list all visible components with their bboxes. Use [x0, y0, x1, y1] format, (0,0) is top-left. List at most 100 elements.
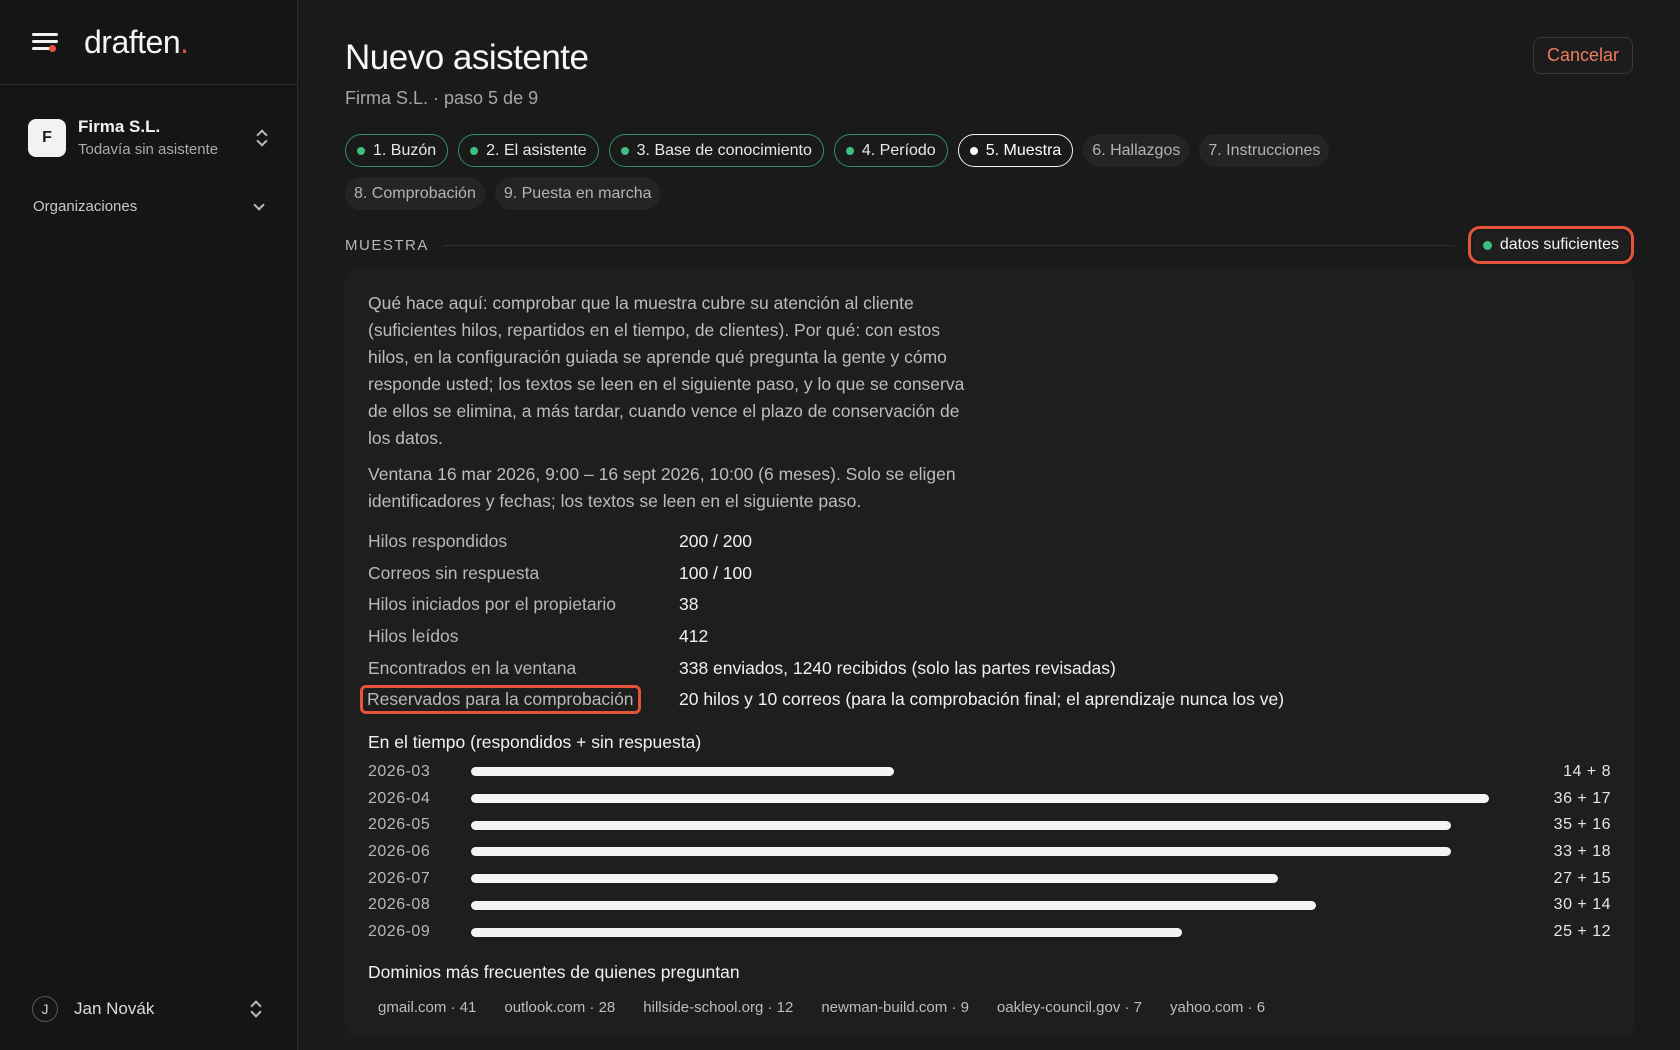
timeline-count: 30 + 14: [1553, 896, 1611, 914]
status-dot-icon: [1482, 240, 1492, 250]
page-subtitle: Firma S.L. · paso 5 de 9: [345, 88, 539, 108]
stat-value: 38: [679, 594, 699, 615]
stat-label-text: Correos sin respuesta: [368, 562, 540, 583]
stat-row: Reservados para la comprobación 20 hilos …: [360, 684, 1611, 716]
step-done-dot-icon: [470, 146, 479, 155]
timeline-count: 25 + 12: [1553, 923, 1611, 941]
stat-value: 100 / 100: [679, 562, 752, 583]
stats-list: Hilos respondidos 200 / 200 Correos sin re…: [360, 526, 1611, 716]
step-done-dot-icon: [620, 146, 629, 155]
timeline-bar: [471, 900, 1316, 910]
stat-label-text: Hilos leídos: [368, 626, 459, 647]
step-2[interactable]: 2. El asistente: [458, 134, 599, 167]
timeline-track: [471, 874, 1489, 884]
timeline-count: 35 + 16: [1553, 816, 1611, 834]
page-title: Nuevo asistente: [345, 38, 589, 77]
step-done-dot-icon: [845, 146, 854, 155]
status-badge: datos suficientes: [1472, 231, 1629, 259]
timeline-month: 2026-04: [368, 789, 431, 807]
timeline-title: En el tiempo (respondidos + sin respuest…: [368, 731, 702, 752]
timeline-track: [471, 847, 1489, 857]
stat-row: Hilos iniciados por el propietario 38: [368, 589, 1611, 621]
step-current-dot-icon: [969, 146, 978, 155]
timeline-row: 2026-08 30 + 14: [368, 892, 1611, 919]
timeline-bar: [471, 794, 1489, 804]
page-header: Nuevo asistente Firma S.L. · paso 5 de 9…: [345, 37, 1634, 109]
section-label: MUESTRA: [345, 236, 429, 254]
chevron-up-down-icon: [249, 999, 263, 1019]
timeline-track: [471, 794, 1489, 804]
app-root: draften. F Firma S.L. Todavía sin asiste…: [0, 0, 1680, 1050]
timeline-row: 2026-04 36 + 17: [368, 785, 1611, 812]
stat-label: Encontrados en la ventana: [368, 658, 679, 679]
step-label: 2. El asistente: [486, 141, 587, 159]
org-status: Todavía sin asistente: [78, 141, 219, 158]
step-done-dot-icon: [357, 146, 365, 155]
timeline-chart: 2026-03 14 + 8 2026-04 36 + 17 2026-05 35 + 1…: [368, 759, 1611, 946]
step-4[interactable]: 4. Período: [833, 134, 948, 167]
stat-value: 412: [679, 626, 709, 647]
step-7[interactable]: 7. Instrucciones: [1199, 134, 1330, 167]
logo[interactable]: draften.: [84, 24, 189, 61]
step-5[interactable]: 5. Muestra: [957, 134, 1074, 167]
stat-label-text: Encontrados en la ventana: [368, 657, 577, 678]
step-label: 4. Período: [861, 141, 936, 159]
chevron-up-down-icon: [255, 128, 269, 148]
status-badge-label: datos suficientes: [1499, 236, 1619, 253]
stat-label: Hilos respondidos: [368, 531, 679, 552]
wizard-steps: 1. Buzón 2. El asistente 3. Base de conoci…: [345, 134, 1475, 210]
stat-value: 20 hilos y 10 correos (para la comprobac…: [679, 689, 1285, 710]
description-purpose: Qué hace aquí: comprobar que la muestra …: [368, 293, 965, 448]
step-label: 3. Base de conocimiento: [636, 141, 812, 159]
domain-item: hillside-school.org · 12: [643, 999, 794, 1017]
sidebar-header: draften.: [0, 0, 297, 85]
step-8[interactable]: 8. Comprobación: [345, 177, 485, 210]
avatar: J: [32, 996, 58, 1022]
domains-title: Dominios más frecuentes de quienes pregu…: [368, 962, 740, 983]
organizations-toggle[interactable]: Organizaciones: [0, 198, 297, 215]
domain-item: outlook.com · 28: [504, 999, 616, 1017]
stat-label: Correos sin respuesta: [368, 563, 679, 584]
cancel-button[interactable]: Cancelar: [1532, 37, 1633, 74]
timeline-row: 2026-05 35 + 16: [368, 812, 1611, 839]
step-9[interactable]: 9. Puesta en marcha: [494, 177, 661, 210]
menu-icon[interactable]: [32, 30, 60, 54]
timeline-month: 2026-08: [368, 896, 431, 914]
section-header: MUESTRA datos suficientes: [345, 226, 1634, 264]
step-1[interactable]: 1. Buzón: [345, 134, 449, 167]
step-6[interactable]: 6. Hallazgos: [1083, 134, 1190, 167]
timeline-row: 2026-06 33 + 18: [368, 839, 1611, 866]
timeline-bar: [471, 927, 1182, 937]
user-menu[interactable]: J Jan Novák: [32, 996, 263, 1022]
domains-list: gmail.com · 41 outlook.com · 28 hillside-s…: [378, 999, 1611, 1016]
timeline-row: 2026-03 14 + 8: [368, 759, 1611, 786]
step-3[interactable]: 3. Base de conocimiento: [608, 134, 824, 167]
domain-item: oakley-council.gov · 7: [996, 999, 1142, 1017]
timeline-month: 2026-06: [368, 842, 431, 860]
stat-value: 338 enviados, 1240 recibidos (solo las p…: [679, 657, 1116, 678]
stat-row: Hilos leídos 412: [368, 621, 1611, 653]
stat-row: Hilos respondidos 200 / 200: [368, 526, 1611, 558]
domain-item: newman-build.com · 9: [821, 999, 969, 1017]
timeline-row: 2026-09 25 + 12: [368, 919, 1611, 946]
step-label: 6. Hallazgos: [1092, 141, 1181, 159]
status-badge-highlight: datos suficientes: [1467, 226, 1634, 264]
chevron-down-icon: [253, 198, 265, 211]
stat-label-text: Reservados para la comprobación: [360, 685, 641, 715]
stat-label-text: Hilos respondidos: [368, 531, 508, 552]
org-name: Firma S.L.: [78, 117, 161, 136]
org-switcher[interactable]: F Firma S.L. Todavía sin asistente: [0, 117, 297, 158]
main-content: Nuevo asistente Firma S.L. · paso 5 de 9…: [298, 0, 1680, 1050]
sample-card: Qué hace aquí: comprobar que la muestra …: [345, 268, 1634, 1038]
description-window: Ventana 16 mar 2026, 9:00 – 16 sept 2026…: [368, 464, 956, 511]
timeline-bar: [471, 767, 894, 777]
timeline-track: [471, 900, 1489, 910]
user-name: Jan Novák: [74, 999, 155, 1018]
timeline-row: 2026-07 27 + 15: [368, 865, 1611, 892]
timeline-count: 36 + 17: [1553, 789, 1611, 807]
timeline-count: 14 + 8: [1563, 762, 1611, 780]
stat-label-text: Hilos iniciados por el propietario: [368, 594, 617, 615]
timeline-month: 2026-09: [368, 923, 431, 941]
stat-value: 200 / 200: [679, 531, 752, 552]
timeline-count: 33 + 18: [1553, 842, 1611, 860]
